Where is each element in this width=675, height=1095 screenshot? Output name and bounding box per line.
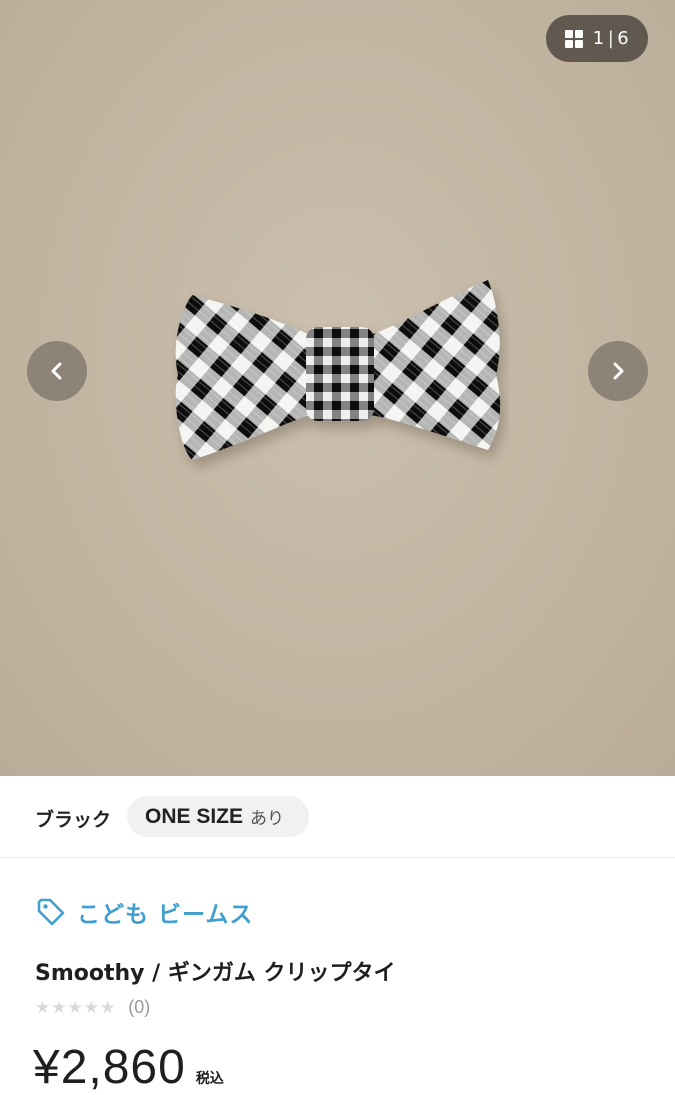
tax-label: 税込	[195, 1071, 224, 1087]
image-counter-current: 1	[592, 28, 605, 49]
product-price: ¥2,860	[33, 1041, 186, 1094]
bow-tie-image	[175, 280, 501, 460]
next-image-button[interactable]	[588, 341, 648, 401]
star-icon: ★	[35, 997, 51, 1018]
star-icon: ★	[51, 997, 67, 1018]
image-counter-separator: |	[607, 28, 615, 49]
product-image-gallery[interactable]: 1 | 6	[0, 0, 675, 776]
brand-link[interactable]: こども ビームス	[35, 895, 253, 929]
stock-status: あり	[250, 809, 285, 829]
size-label: ONE SIZE	[145, 804, 244, 828]
product-title: Smoothy / ギンガム クリップタイ	[35, 961, 396, 986]
review-count: (0)	[128, 997, 151, 1017]
brand-name: こども ビームス	[77, 902, 254, 928]
image-counter: 1 | 6	[593, 28, 629, 49]
grid-icon	[564, 29, 583, 48]
size-option-chip[interactable]: ONE SIZE あり	[127, 796, 309, 837]
previous-image-button[interactable]	[27, 341, 87, 401]
image-counter-total: 6	[617, 28, 630, 49]
tag-icon	[37, 898, 65, 926]
color-name: ブラック	[35, 809, 112, 831]
variant-selector: ブラック ONE SIZE あり	[0, 776, 675, 858]
rating-row[interactable]: ★ ★ ★ ★ ★ (0)	[35, 997, 150, 1018]
chevron-right-icon	[613, 362, 624, 380]
star-icon: ★	[83, 997, 99, 1018]
chevron-left-icon	[51, 362, 62, 380]
price-row: ¥2,860 税込	[33, 1040, 224, 1095]
star-icon: ★	[100, 997, 116, 1018]
image-counter-button[interactable]: 1 | 6	[546, 15, 648, 62]
star-icon: ★	[67, 997, 83, 1018]
